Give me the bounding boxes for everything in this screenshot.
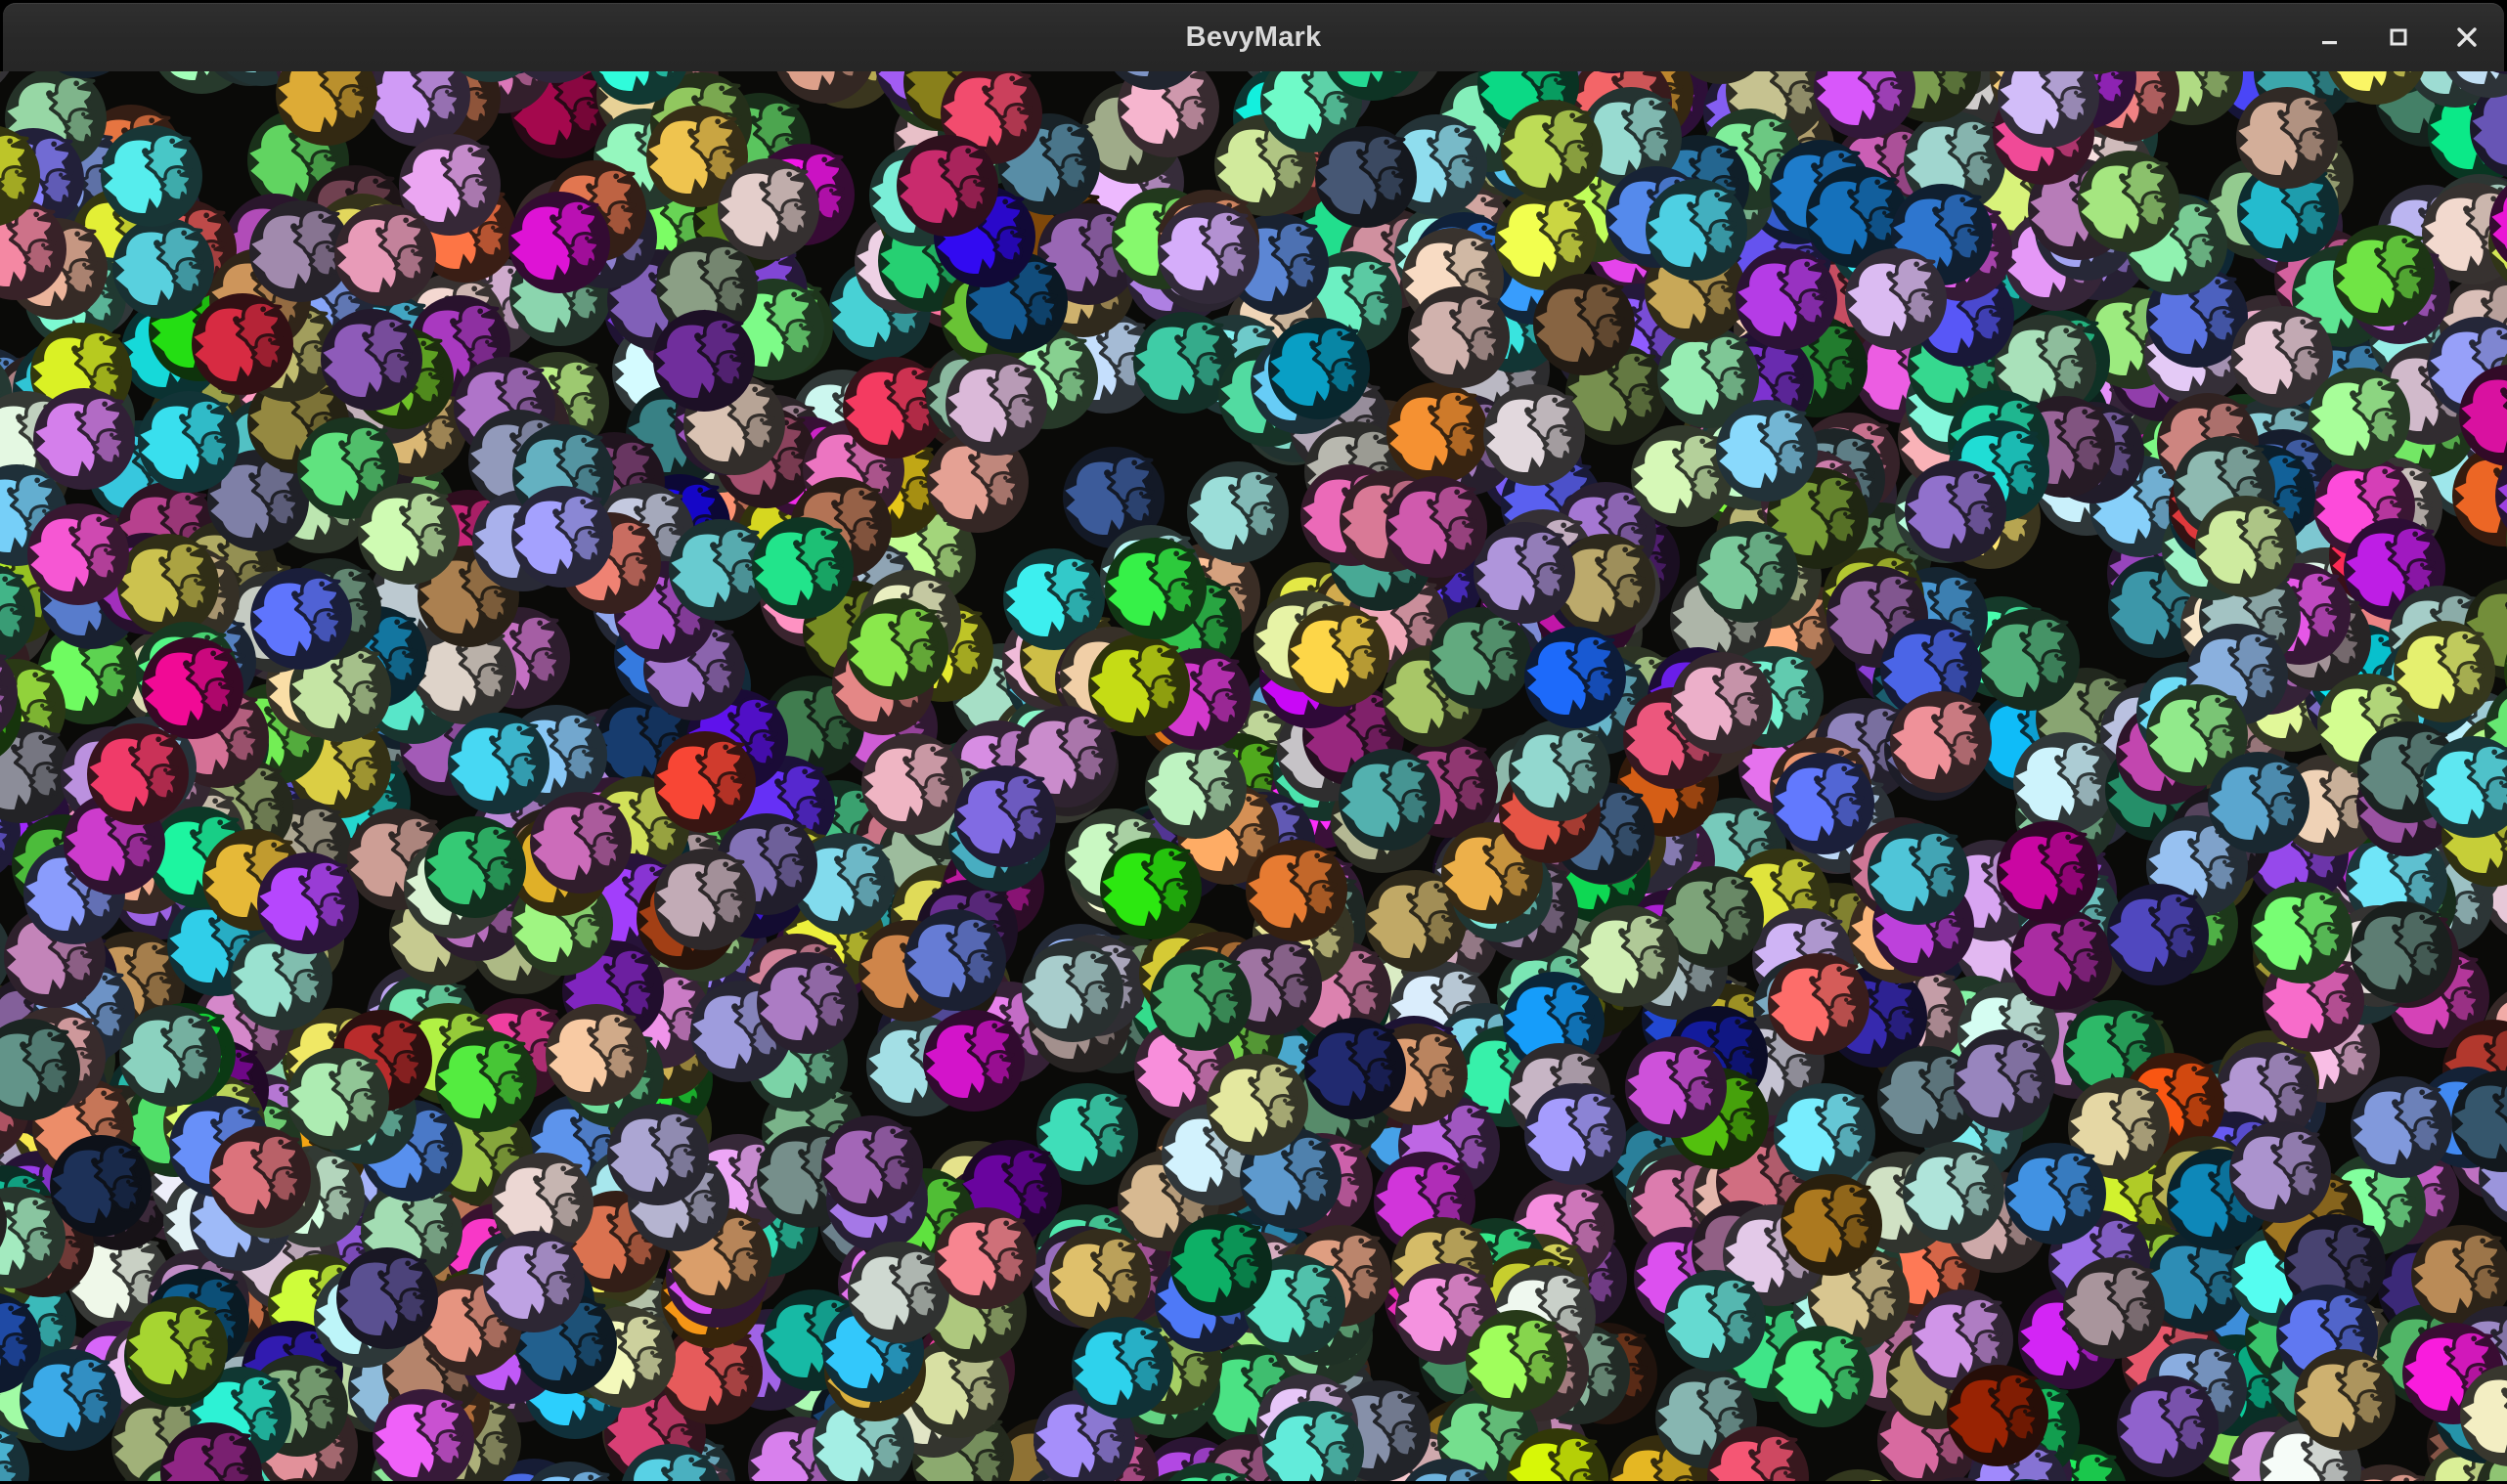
close-button[interactable]: [2443, 14, 2490, 61]
maximize-icon: [2386, 24, 2411, 50]
bird-sprite: [2114, 1375, 2219, 1477]
app-window: BevyMark: [0, 0, 2507, 1484]
titlebar[interactable]: BevyMark: [3, 3, 2504, 71]
maximize-button[interactable]: [2375, 14, 2422, 61]
close-icon: [2454, 24, 2480, 50]
window-title: BevyMark: [1186, 22, 1322, 54]
minimize-icon: [2317, 24, 2343, 50]
window-controls: [2307, 3, 2490, 71]
minimize-button[interactable]: [2307, 14, 2353, 61]
bird-sprite-field: [0, 71, 2507, 1481]
